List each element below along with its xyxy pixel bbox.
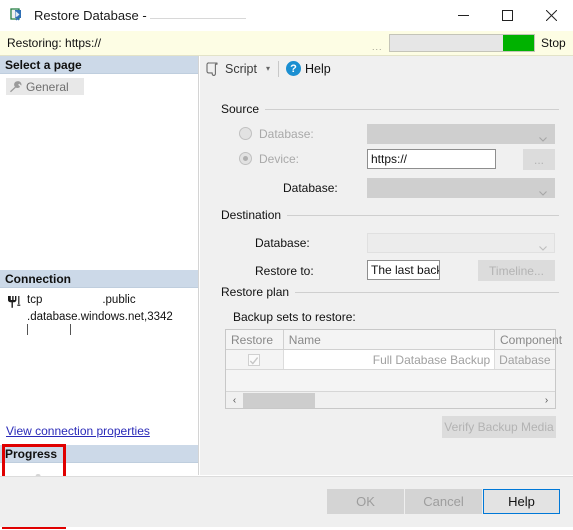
source-group: Source Database: Device: https:// ... Da… — [221, 102, 559, 198]
server-connection-icon — [6, 294, 22, 310]
source-group-rule — [221, 109, 559, 110]
progress-header: Progress — [0, 445, 198, 463]
destination-restore-to-input[interactable]: The last back — [367, 260, 440, 280]
maximize-button[interactable] — [485, 0, 529, 31]
checkbox-checked-icon[interactable] — [248, 353, 261, 366]
destination-database-label: Database: — [255, 236, 310, 250]
wrench-icon — [8, 80, 22, 93]
grid-horizontal-scrollbar[interactable]: ‹ › — [226, 391, 555, 408]
chevron-down-icon — [539, 185, 547, 196]
connection-line-3 — [27, 324, 192, 338]
dialog-footer: OK Cancel Help — [0, 476, 573, 527]
chevron-down-icon — [539, 131, 547, 142]
chevron-down-icon — [539, 240, 547, 251]
minimize-button[interactable] — [441, 0, 485, 31]
restore-database-icon — [9, 7, 25, 24]
script-button-label[interactable]: Script — [225, 62, 257, 76]
backup-sets-label: Backup sets to restore: — [233, 310, 356, 324]
restoring-status-bar: Restoring: https:// ... Stop — [0, 31, 573, 56]
row-restore-checkbox-cell[interactable] — [226, 350, 284, 369]
source-database-combo[interactable] — [367, 124, 555, 144]
backup-sets-grid-header: Restore Name Component — [226, 330, 562, 350]
page-list: General — [0, 74, 198, 95]
connection-header: Connection — [0, 270, 198, 288]
restore-progress-bar — [389, 34, 535, 52]
stop-button[interactable]: Stop — [541, 36, 566, 50]
help-button[interactable]: Help — [483, 489, 560, 514]
sidebar-item-general-label: General — [26, 79, 69, 94]
source-device-browse-button[interactable]: ... — [523, 149, 555, 170]
help-button-label[interactable]: Help — [305, 62, 331, 76]
table-row[interactable]: Full Database Backup Database — [226, 350, 555, 370]
column-header-restore[interactable]: Restore — [226, 330, 284, 349]
close-button[interactable] — [529, 0, 573, 31]
connection-body: tcp .public .database.windows.net,3342 — [0, 289, 198, 338]
restore-plan-group: Restore plan Backup sets to restore: Res… — [221, 285, 562, 460]
sidebar-item-general[interactable]: General — [6, 78, 84, 95]
source-database-radio[interactable] — [239, 127, 252, 140]
window-controls — [441, 0, 573, 31]
restoring-status-label: Restoring: https:// — [7, 36, 102, 50]
scrollbar-thumb[interactable] — [243, 392, 315, 408]
row-component-cell: Database — [499, 352, 551, 367]
script-icon — [205, 61, 220, 76]
column-header-component[interactable]: Component — [495, 330, 562, 349]
restore-progress-fill — [503, 35, 534, 51]
view-connection-properties-link[interactable]: View connection properties — [6, 424, 150, 438]
ok-button[interactable]: OK — [327, 489, 404, 514]
source-database2-combo[interactable] — [367, 178, 555, 198]
scroll-left-arrow-icon[interactable]: ‹ — [226, 392, 243, 408]
chevron-down-icon[interactable]: ▾ — [266, 64, 270, 73]
select-a-page-header: Select a page — [0, 56, 198, 74]
source-database2-label: Database: — [283, 181, 338, 195]
destination-restore-to-label: Restore to: — [255, 264, 314, 278]
destination-group-title: Destination — [221, 208, 288, 222]
source-device-radio-label: Device: — [259, 152, 300, 166]
column-header-name[interactable]: Name — [284, 330, 495, 349]
toolbar-divider — [277, 60, 279, 77]
backup-sets-grid[interactable]: Restore Name Component Full Database Bac… — [225, 329, 562, 409]
connection-line-2: .database.windows.net,3342 — [27, 311, 173, 323]
help-circle-icon[interactable]: ? — [285, 61, 301, 76]
source-group-title: Source — [221, 102, 266, 116]
cancel-button[interactable]: Cancel — [405, 489, 482, 514]
left-pane: Select a page General Connection tcp .pub — [0, 56, 199, 530]
verify-backup-media-button[interactable]: Verify Backup Media — [442, 416, 556, 438]
right-pane: Script ▾ ? Help Source Database: Device:… — [200, 56, 573, 475]
scroll-right-arrow-icon[interactable]: › — [538, 392, 555, 408]
source-device-radio[interactable] — [239, 152, 252, 165]
restore-plan-group-title: Restore plan — [221, 285, 296, 299]
destination-database-combo[interactable] — [367, 233, 555, 253]
page-toolbar: Script ▾ ? Help — [200, 56, 573, 81]
connection-line-1: tcp .public — [27, 294, 136, 306]
row-name-cell: Full Database Backup — [283, 350, 496, 369]
window-title-redaction — [149, 18, 246, 19]
timeline-button[interactable]: Timeline... — [478, 260, 555, 281]
restoring-ellipsis: ... — [372, 42, 383, 52]
source-device-input[interactable]: https:// — [367, 149, 496, 169]
destination-group: Destination Database: Restore to: The la… — [221, 208, 559, 281]
window-title-text: Restore Database - — [34, 8, 147, 23]
title-bar: Restore Database - — [0, 0, 573, 31]
window-title: Restore Database - — [34, 8, 246, 23]
scrollbar-track[interactable] — [315, 392, 538, 408]
source-database-radio-label: Database: — [259, 127, 314, 141]
